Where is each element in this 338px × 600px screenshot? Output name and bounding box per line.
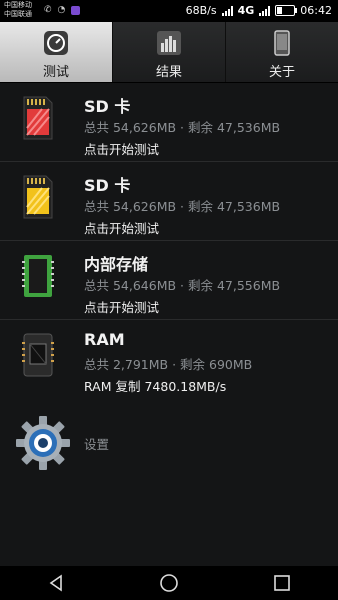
list-item-sd-card-2[interactable]: SD 卡 总共 54,626MB · 剩余 47,536MB 点击开始测试 — [0, 162, 338, 241]
net-speed: 68B/s — [185, 4, 217, 17]
list-item-ram[interactable]: RAM 总共 2,791MB · 剩余 690MB RAM 复制 7480.18… — [0, 320, 338, 398]
wechat-icon: ✆ — [44, 5, 52, 15]
signal-2g-icon — [221, 5, 233, 16]
item-capacity: 总共 54,646MB · 剩余 47,556MB — [84, 278, 281, 293]
bar-chart-icon — [154, 28, 184, 58]
item-capacity: 总共 54,626MB · 剩余 47,536MB — [84, 120, 281, 135]
settings-label: 设置 — [84, 437, 110, 452]
memory-chip-icon — [22, 253, 54, 299]
recent-apps-icon — [273, 575, 290, 591]
item-title: RAM — [84, 330, 125, 349]
network-type: 4G — [237, 4, 255, 17]
clock: 06:42 — [300, 4, 332, 17]
back-button[interactable] — [36, 568, 76, 598]
carrier-1: 中国移动 — [4, 1, 32, 9]
tab-test[interactable]: 测试 — [0, 22, 113, 82]
gear-icon — [14, 414, 72, 472]
signal-4g-icon — [259, 5, 271, 16]
speedometer-icon — [41, 28, 71, 58]
home-icon — [160, 574, 178, 592]
app-notification-icon — [71, 5, 81, 15]
item-capacity: 总共 2,791MB · 剩余 690MB — [84, 357, 253, 372]
tab-label: 测试 — [42, 65, 69, 80]
item-title: SD 卡 — [84, 176, 131, 195]
tab-results[interactable]: 结果 — [113, 22, 226, 82]
item-result: RAM 复制 7480.18MB/s — [84, 379, 227, 394]
carrier-2: 中国联通 — [4, 10, 32, 18]
ram-chip-icon — [22, 332, 54, 378]
item-capacity: 总共 54,626MB · 剩余 47,536MB — [84, 199, 281, 214]
phone-icon — [267, 28, 297, 58]
carrier-info: 中国移动 中国联通 — [4, 1, 32, 19]
sd-card-yellow-icon — [22, 174, 54, 220]
item-action: 点击开始测试 — [84, 300, 160, 315]
storage-list: SD 卡 总共 54,626MB · 剩余 47,536MB 点击开始测试 SD… — [0, 83, 338, 398]
status-bar: 中国移动 中国联通 ✆ ◔ 68B/s 4G 06:42 — [0, 0, 338, 22]
item-title: 内部存储 — [84, 255, 149, 274]
item-action: 点击开始测试 — [84, 142, 160, 157]
sd-card-red-icon — [22, 95, 54, 141]
item-action: 点击开始测试 — [84, 221, 160, 236]
tab-label: 结果 — [155, 65, 182, 80]
home-button[interactable] — [149, 568, 189, 598]
list-item-internal-storage[interactable]: 内部存储 总共 54,646MB · 剩余 47,556MB 点击开始测试 — [0, 241, 338, 320]
tab-bar: 测试 结果 关于 — [0, 22, 338, 83]
list-item-sd-card-1[interactable]: SD 卡 总共 54,626MB · 剩余 47,536MB 点击开始测试 — [0, 83, 338, 162]
battery-icon — [275, 5, 298, 16]
recent-apps-button[interactable] — [262, 568, 302, 598]
navigation-bar — [0, 566, 338, 600]
tab-about[interactable]: 关于 — [226, 22, 338, 82]
tab-label: 关于 — [268, 65, 295, 80]
back-icon — [49, 574, 63, 592]
settings-item[interactable]: 设置 — [0, 410, 338, 474]
wifi-icon: ◔ — [57, 5, 66, 15]
item-title: SD 卡 — [84, 97, 131, 116]
